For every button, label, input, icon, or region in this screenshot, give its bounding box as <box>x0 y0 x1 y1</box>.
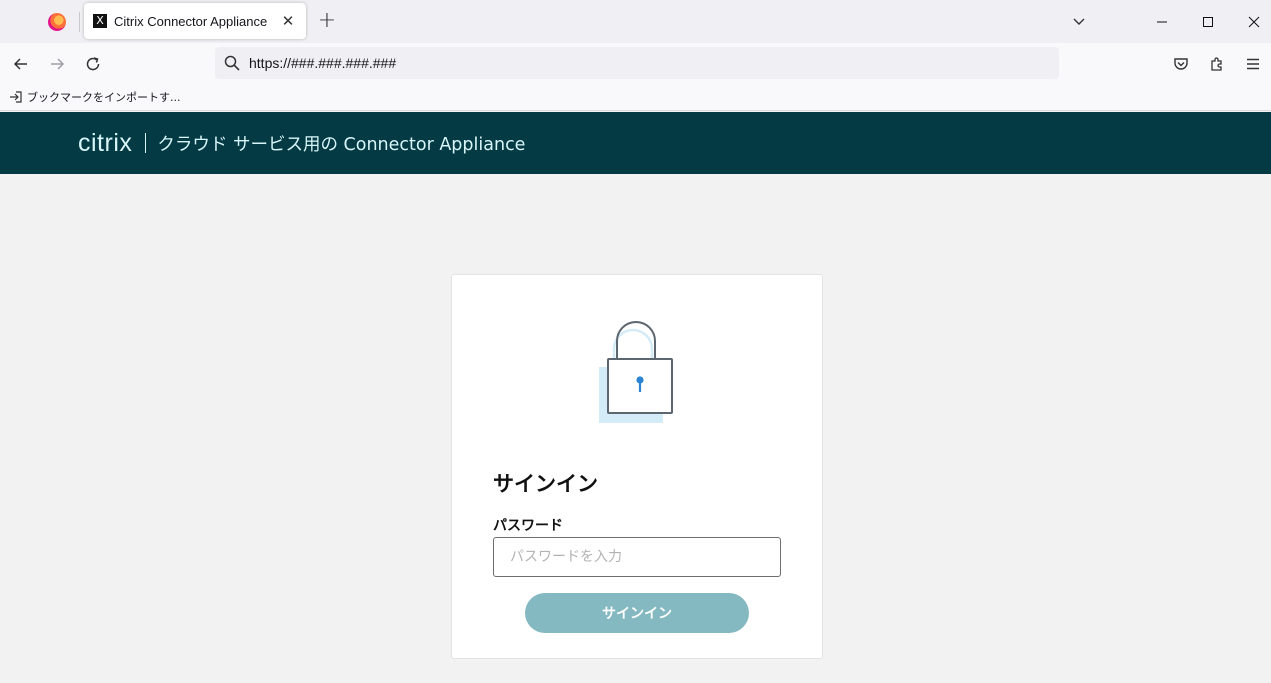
brand: citrix クラウド サービス用の Connector Appliance <box>78 130 525 156</box>
firefox-view-button[interactable] <box>36 0 78 43</box>
hamburger-menu-icon <box>1247 58 1259 70</box>
forward-arrow-icon <box>51 58 65 70</box>
pocket-button[interactable] <box>1167 50 1195 78</box>
url-text: https://###.###.###.### <box>249 55 397 71</box>
minimize-icon <box>1157 21 1167 22</box>
reload-icon <box>86 57 100 71</box>
bookmarks-toolbar: ブックマークをインポートす... <box>0 85 1271 111</box>
chevron-down-icon <box>1073 18 1085 25</box>
window-minimize-button[interactable] <box>1139 0 1185 43</box>
signin-button[interactable]: サインイン <box>525 593 749 633</box>
browser-nav-bar: https://###.###.###.### <box>0 43 1271 85</box>
address-bar[interactable]: https://###.###.###.### <box>215 47 1059 79</box>
search-icon <box>224 55 240 71</box>
signin-card: サインイン パスワード サインイン <box>451 274 823 659</box>
window-close-button[interactable] <box>1231 0 1271 43</box>
extensions-button[interactable] <box>1203 50 1231 78</box>
puzzle-piece-icon <box>1211 57 1222 71</box>
brand-divider <box>145 133 147 153</box>
reload-button[interactable] <box>79 50 107 78</box>
window-maximize-button[interactable] <box>1185 0 1231 43</box>
firefox-logo-icon <box>48 12 66 31</box>
tab-close-icon[interactable]: ✕ <box>279 12 297 30</box>
bookmark-label: ブックマークをインポートす... <box>27 91 181 104</box>
citrix-logo: citrix <box>78 129 133 157</box>
password-label: パスワード <box>493 518 563 534</box>
signin-title: サインイン <box>493 472 598 496</box>
citrix-favicon-icon: X <box>93 14 107 28</box>
maximize-icon <box>1203 16 1213 27</box>
lock-icon <box>599 321 673 423</box>
back-arrow-icon <box>13 58 27 70</box>
browser-tab-strip: X Citrix Connector Appliance ✕ + <box>0 0 1271 43</box>
pocket-icon <box>1174 58 1188 70</box>
browser-tab-active[interactable]: X Citrix Connector Appliance ✕ <box>84 3 306 39</box>
app-title: クラウド サービス用の Connector Appliance <box>157 134 526 155</box>
import-icon <box>10 91 22 103</box>
back-button[interactable] <box>7 50 35 78</box>
tab-separator <box>79 12 80 32</box>
close-icon <box>1248 16 1260 27</box>
tab-list-button[interactable] <box>1066 8 1092 34</box>
menu-button[interactable] <box>1239 50 1267 78</box>
bookmark-import[interactable]: ブックマークをインポートす... <box>9 89 181 105</box>
password-input[interactable] <box>493 537 781 577</box>
tab-title: Citrix Connector Appliance <box>114 13 268 29</box>
forward-button[interactable] <box>43 50 71 78</box>
app-header: citrix クラウド サービス用の Connector Appliance <box>0 112 1271 174</box>
new-tab-button[interactable]: + <box>314 8 340 34</box>
